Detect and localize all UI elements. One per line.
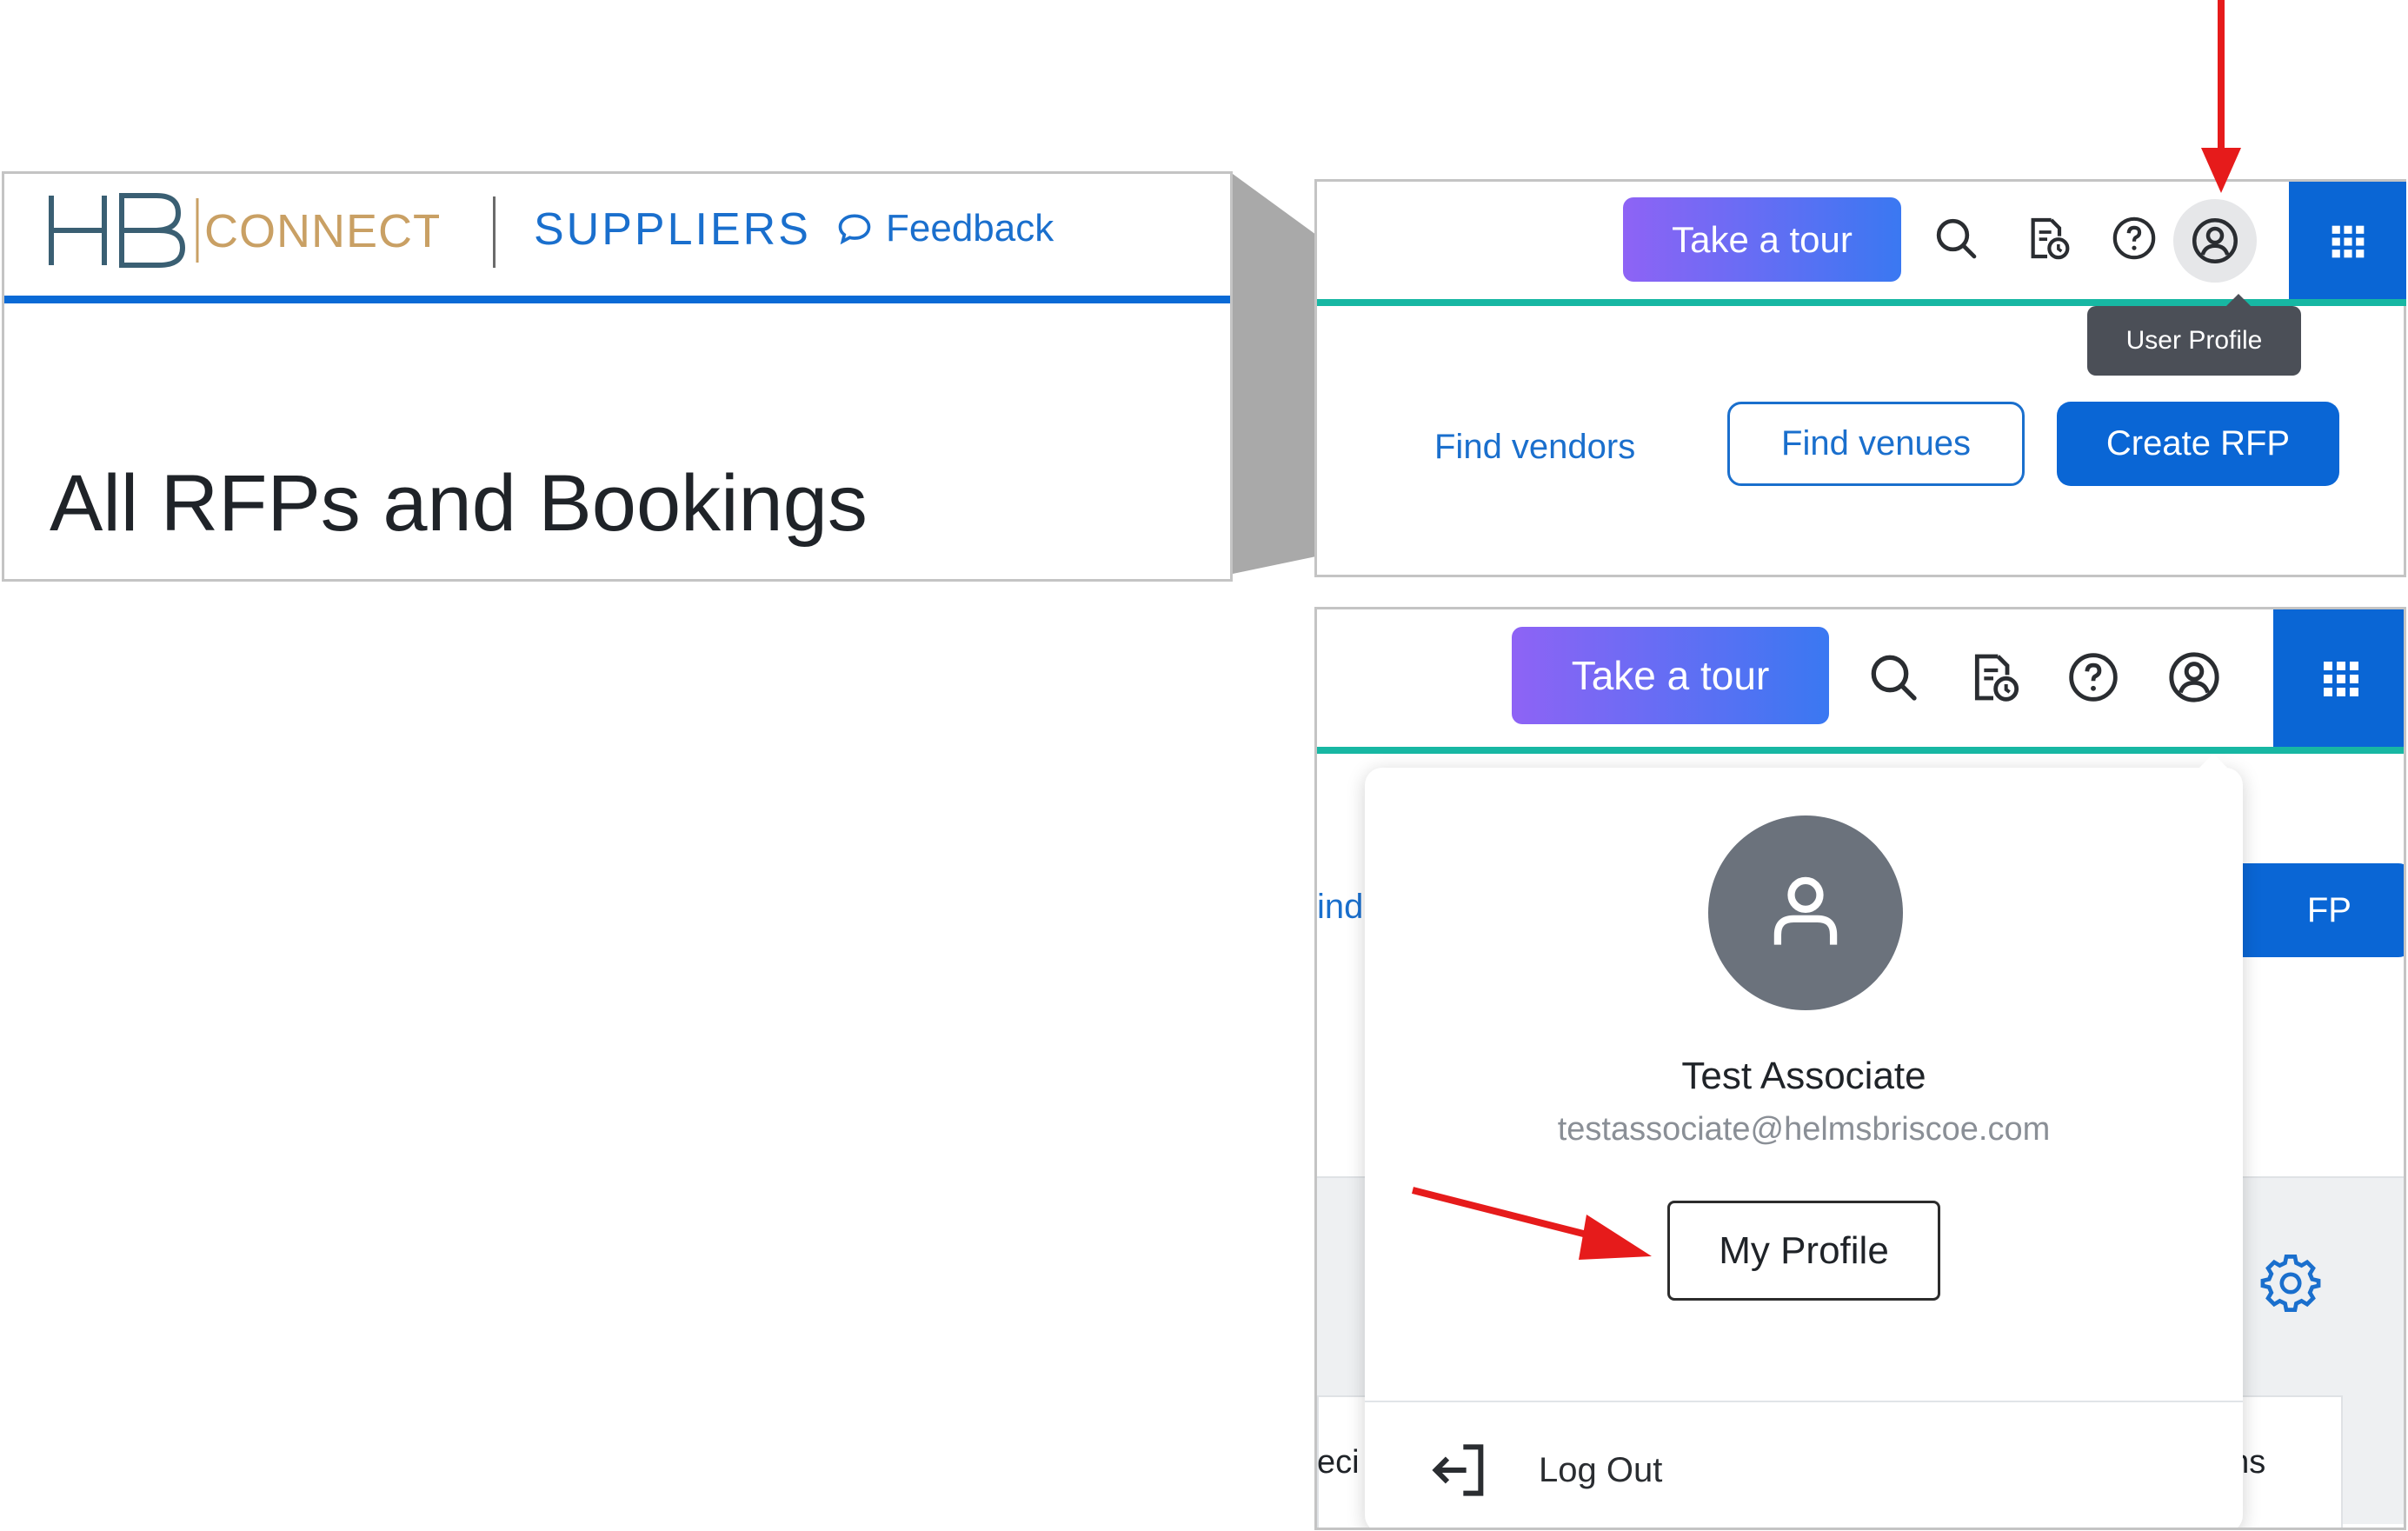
header-crop-panel: CONNECT SUPPLIERS Feedback All RFPs and … — [2, 171, 1233, 582]
top-navigation-bar: CONNECT SUPPLIERS Feedback — [4, 174, 1230, 303]
find-vendors-link-partial[interactable]: ind — [1317, 888, 1363, 927]
report-clock-icon[interactable] — [2012, 203, 2082, 273]
user-profile-icon[interactable] — [2173, 199, 2257, 283]
search-icon[interactable] — [1921, 203, 1991, 273]
profile-menu-panel: Take a tour ind FP eci ons Test A — [1314, 607, 2406, 1530]
log-out-label: Log Out — [1539, 1450, 1663, 1489]
page-title: All RFPs and Bookings — [50, 458, 868, 548]
my-profile-button[interactable]: My Profile — [1667, 1201, 1940, 1301]
apps-grid-icon — [2332, 225, 2364, 258]
take-a-tour-button[interactable]: Take a tour — [1623, 197, 1901, 282]
header-accent-line — [4, 296, 1230, 303]
create-rfp-button[interactable]: Create RFP — [2057, 402, 2339, 486]
feedback-link[interactable]: Feedback — [835, 207, 1054, 250]
zoom-connector — [1233, 174, 1316, 574]
user-avatar-icon — [1773, 876, 1838, 945]
take-a-tour-button[interactable]: Take a tour — [1512, 627, 1829, 724]
avatar — [1708, 815, 1903, 1010]
menu-divider — [1365, 1401, 2243, 1402]
toolbar-accent-line — [1317, 747, 2404, 754]
annotation-arrow-profile-icon — [2201, 0, 2241, 193]
speech-bubble-icon — [838, 214, 871, 245]
find-venues-button[interactable]: Find venues — [1727, 402, 2025, 486]
help-icon[interactable] — [2056, 640, 2130, 714]
log-out-button[interactable]: Log Out — [1426, 1435, 1662, 1505]
log-out-icon — [1432, 1444, 1484, 1496]
table-cell-partial-left: eci — [1317, 1444, 1360, 1481]
user-email: testassociate@helmsbriscoe.com — [1557, 1111, 2051, 1148]
logo-divider — [493, 196, 496, 268]
logo-word: CONNECT — [204, 205, 439, 257]
user-profile-dropdown: Test Associate testassociate@helmsbrisco… — [1365, 754, 2243, 1528]
gear-icon[interactable] — [2260, 1253, 2321, 1314]
hb-connect-logo[interactable]: CONNECT — [48, 191, 439, 270]
user-name: Test Associate — [1681, 1055, 1926, 1097]
apps-grid-button[interactable] — [2289, 182, 2406, 302]
search-icon[interactable] — [1856, 640, 1930, 714]
find-vendors-link[interactable]: Find vendors — [1434, 428, 1635, 467]
apps-grid-button[interactable] — [2273, 609, 2404, 749]
suppliers-nav-link[interactable]: SUPPLIERS — [534, 203, 811, 256]
user-profile-tooltip: User Profile — [2087, 294, 2301, 376]
feedback-label: Feedback — [886, 207, 1054, 250]
user-profile-icon[interactable] — [2157, 640, 2231, 714]
toolbar-crop-panel: Take a tour User Profile Find vendors Fi… — [1314, 179, 2406, 577]
help-icon[interactable] — [2099, 203, 2169, 273]
report-clock-icon[interactable] — [1956, 640, 2030, 714]
apps-grid-icon — [2324, 662, 2358, 696]
